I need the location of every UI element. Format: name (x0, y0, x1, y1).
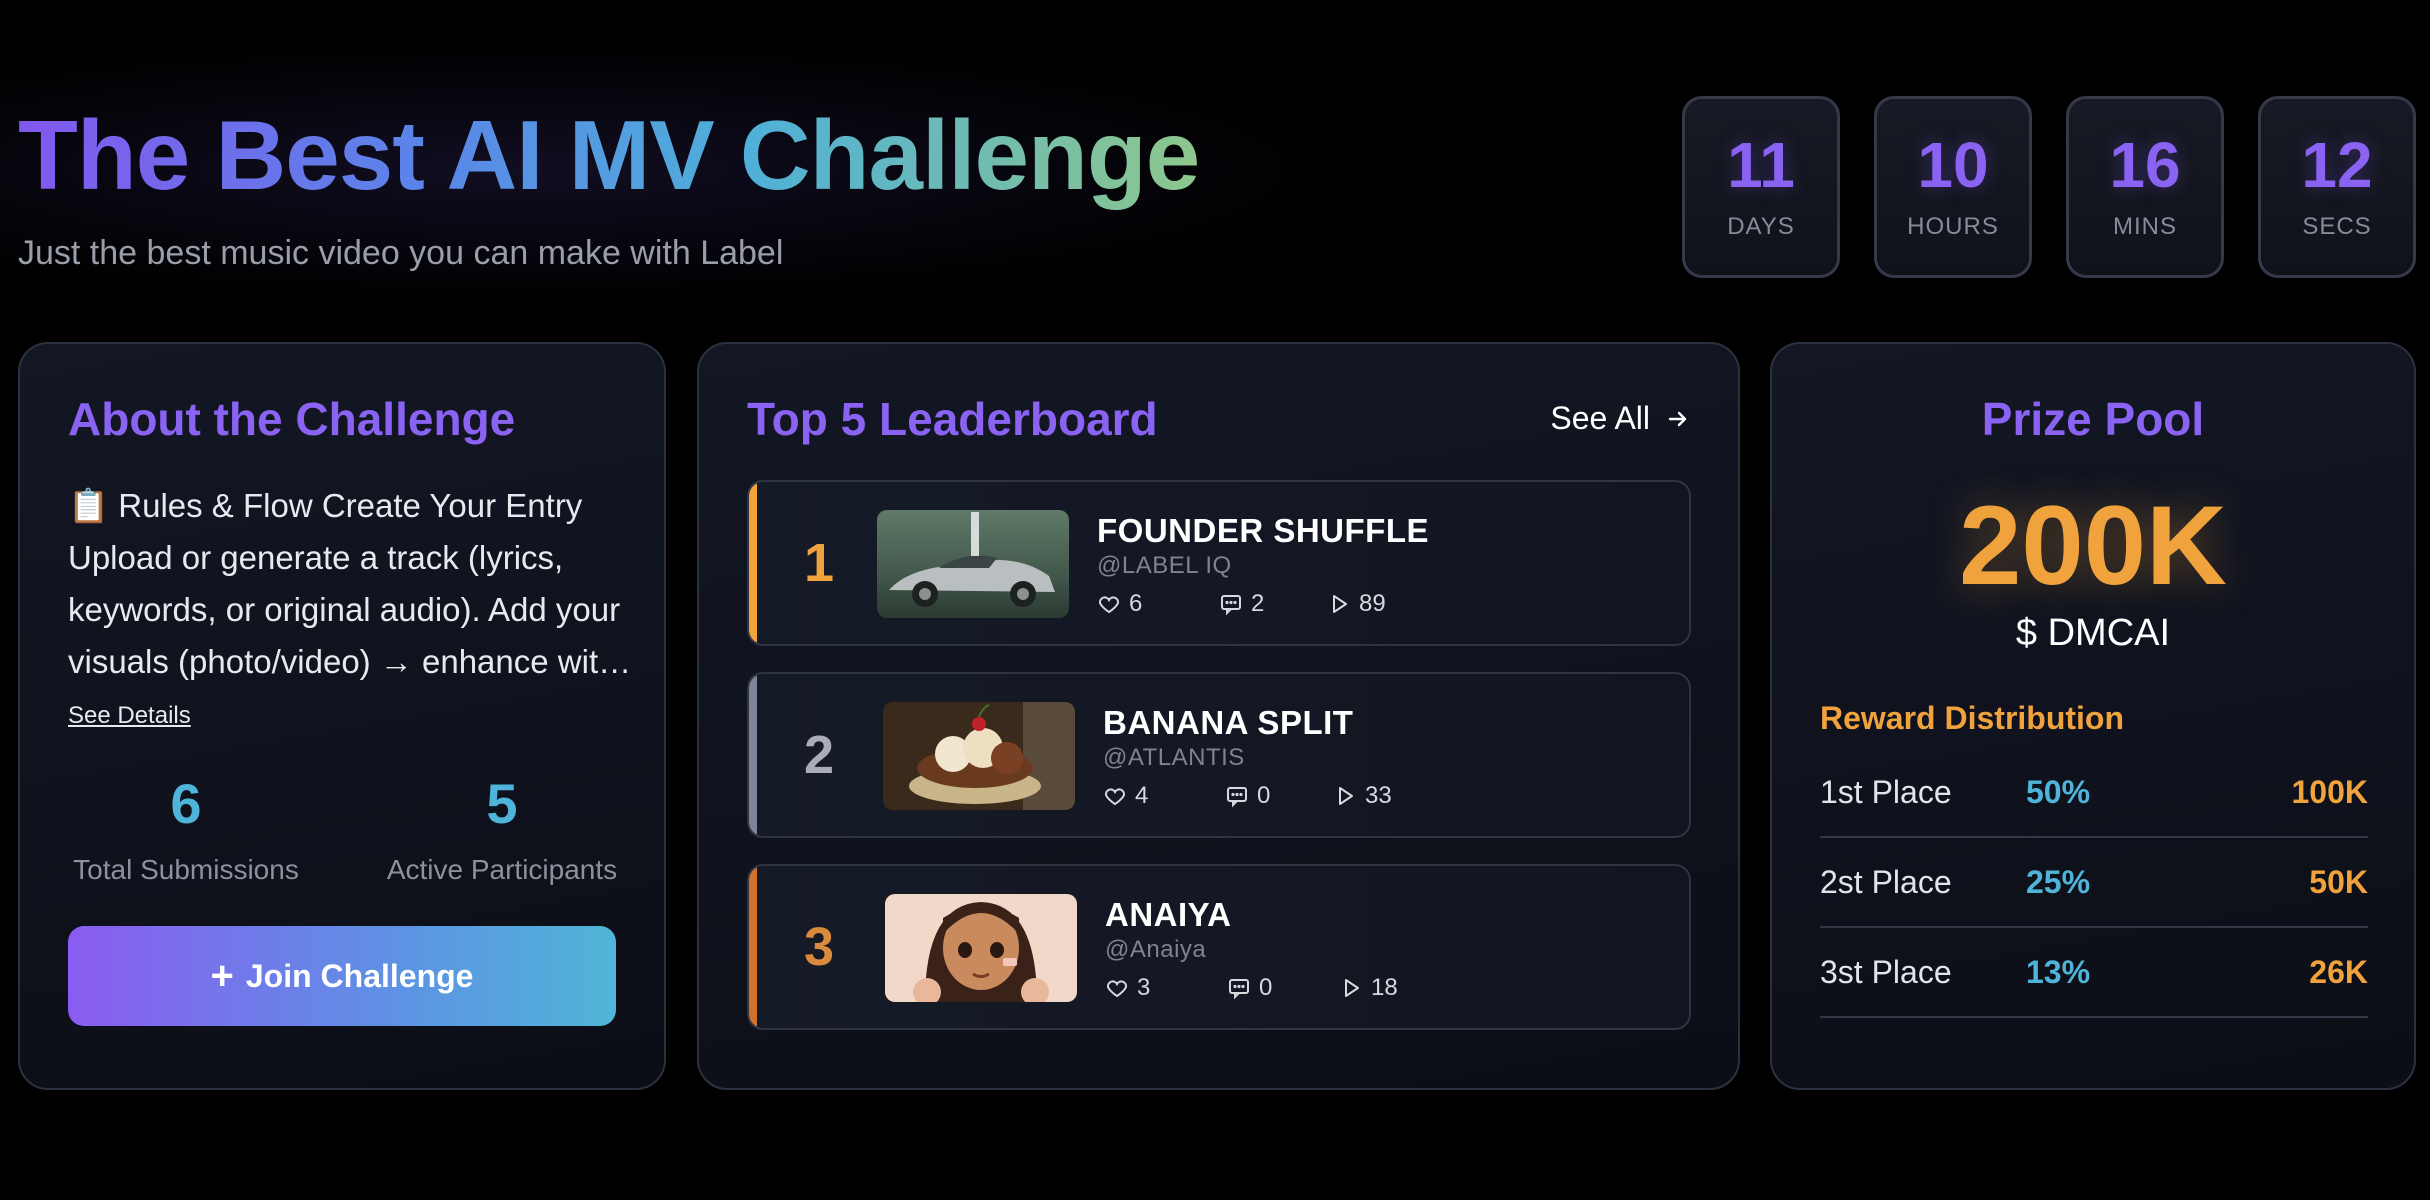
entry-metrics: 3 0 18 (1105, 974, 1398, 1002)
entry-handle: @ATLANTIS (1103, 744, 1245, 771)
comment-icon (1221, 595, 1241, 616)
plays-value: 33 (1365, 782, 1392, 809)
comment-icon (1227, 787, 1247, 808)
countdown-mins-value: 16 (2109, 129, 2181, 201)
countdown-hours-label: HOURS (1907, 213, 1999, 240)
about-card: About the Challenge 📋 Rules & Flow Creat… (18, 342, 666, 1090)
entry-title: BANANA SPLIT (1103, 704, 1354, 741)
comments-count: 2 (1219, 590, 1327, 618)
reward-percent: 50% (2026, 773, 2091, 810)
entry-handle: @LABEL IQ (1097, 552, 1232, 579)
stat-label: Active Participants (386, 854, 618, 885)
entry-thumbnail (877, 510, 1069, 618)
rank-accent (749, 482, 757, 644)
likes-value: 4 (1135, 782, 1149, 809)
reward-distribution-title: Reward Distribution (1820, 700, 2125, 736)
play-icon (1333, 595, 1347, 613)
reward-percent: 13% (2026, 953, 2091, 990)
plays-count: 18 (1339, 974, 1398, 1002)
stat-value: 6 (170, 772, 202, 835)
countdown-mins-label: MINS (2113, 213, 2177, 240)
likes-count: 6 (1097, 590, 1219, 618)
stat-value: 5 (486, 772, 518, 835)
heart-icon (1104, 788, 1126, 806)
comments-value: 0 (1259, 974, 1273, 1001)
see-details-link[interactable]: See Details (68, 702, 191, 730)
likes-value: 6 (1129, 590, 1143, 617)
leaderboard-row[interactable]: 2 BANANA SPLIT @ATLANTIS 4 0 33 (747, 672, 1691, 838)
see-all-label: See All (1550, 400, 1650, 436)
reward-percent: 25% (2026, 863, 2091, 900)
comments-value: 2 (1251, 590, 1265, 617)
play-icon (1345, 979, 1359, 997)
reward-place: 3st Place (1820, 953, 1952, 990)
entry-metrics: 4 0 33 (1103, 782, 1392, 810)
plays-value: 18 (1371, 974, 1398, 1001)
countdown-mins: 16 MINS (2066, 96, 2224, 278)
likes-value: 3 (1137, 974, 1151, 1001)
challenge-page: The Best AI MV Challenge Just the best m… (0, 0, 2430, 1200)
prize-amount: 200K (1959, 483, 2227, 608)
entry-metrics: 6 2 89 (1097, 590, 1386, 618)
entry-handle: @Anaiya (1105, 936, 1207, 963)
heart-icon (1098, 596, 1120, 614)
reward-amount: 50K (2309, 863, 2368, 900)
stat-label: Total Submissions (73, 854, 299, 885)
reward-row: 1st Place 50% 100K (1820, 748, 2368, 838)
reward-row: 2st Place 25% 50K (1820, 838, 2368, 928)
reward-amount: 26K (2309, 953, 2368, 990)
plays-count: 89 (1327, 590, 1386, 618)
entry-thumbnail (885, 894, 1077, 1002)
plays-count: 33 (1333, 782, 1392, 810)
comments-value: 0 (1257, 782, 1271, 809)
prize-pool-title: Prize Pool (1981, 393, 2205, 445)
leaderboard-row[interactable]: 3 ANAIYA @Anaiya 3 0 18 (747, 864, 1691, 1030)
countdown-timer: 11 DAYS 10 HOURS 16 MINS 12 SECS (1682, 96, 2416, 278)
rank-number: 2 (803, 725, 835, 785)
page-subtitle: Just the best music video you can make w… (18, 234, 784, 272)
rank-accent (749, 674, 757, 836)
leaderboard-row[interactable]: 1 FOUNDER SHUFFLE @LABEL IQ 6 2 89 (747, 480, 1691, 646)
comment-icon (1229, 979, 1249, 1000)
rank-number: 3 (803, 917, 835, 977)
comments-count: 0 (1225, 782, 1333, 810)
countdown-secs: 12 SECS (2258, 96, 2416, 278)
reward-amount: 100K (2291, 773, 2369, 810)
arrow-right-icon (1668, 411, 1687, 426)
countdown-secs-value: 12 (2301, 129, 2373, 201)
countdown-days: 11 DAYS (1682, 96, 1840, 278)
plus-icon: + (210, 954, 234, 998)
about-description: 📋 Rules & Flow Create Your Entry Upload … (68, 487, 621, 680)
prize-currency: $ DMCAI (2015, 612, 2171, 654)
countdown-days-label: DAYS (1727, 213, 1795, 240)
plays-value: 89 (1359, 590, 1386, 617)
about-title: About the Challenge (68, 393, 516, 445)
rank-number: 1 (803, 533, 835, 593)
play-icon (1339, 787, 1353, 805)
countdown-secs-label: SECS (2302, 213, 2372, 240)
page-title: The Best AI MV Challenge (18, 100, 1200, 210)
reward-place: 2st Place (1820, 863, 1952, 900)
countdown-days-value: 11 (1727, 129, 1795, 201)
heart-icon (1106, 980, 1128, 998)
likes-count: 4 (1103, 782, 1225, 810)
prize-pool-card: Prize Pool 200K $ DMCAI Reward Distribut… (1770, 342, 2416, 1090)
leaderboard-card: Top 5 Leaderboard See All 1 FOUNDER SHUF… (697, 342, 1740, 1090)
countdown-hours: 10 HOURS (1874, 96, 2032, 278)
likes-count: 3 (1105, 974, 1227, 1002)
countdown-hours-value: 10 (1917, 129, 1989, 201)
join-challenge-button[interactable]: + Join Challenge (68, 926, 616, 1026)
leaderboard-title: Top 5 Leaderboard (747, 393, 1158, 445)
comments-count: 0 (1227, 974, 1339, 1002)
reward-row: 3st Place 13% 26K (1820, 928, 2368, 1018)
entry-thumbnail (883, 702, 1075, 810)
rank-accent (749, 866, 757, 1028)
entry-title: ANAIYA (1105, 896, 1232, 933)
see-all-button[interactable]: See All (1550, 400, 1690, 437)
entry-title: FOUNDER SHUFFLE (1097, 512, 1429, 549)
join-challenge-label: Join Challenge (245, 957, 474, 994)
stat-total-submissions: 6 Total Submissions (68, 776, 304, 886)
reward-place: 1st Place (1820, 773, 1952, 810)
stat-active-participants: 5 Active Participants (376, 776, 628, 886)
